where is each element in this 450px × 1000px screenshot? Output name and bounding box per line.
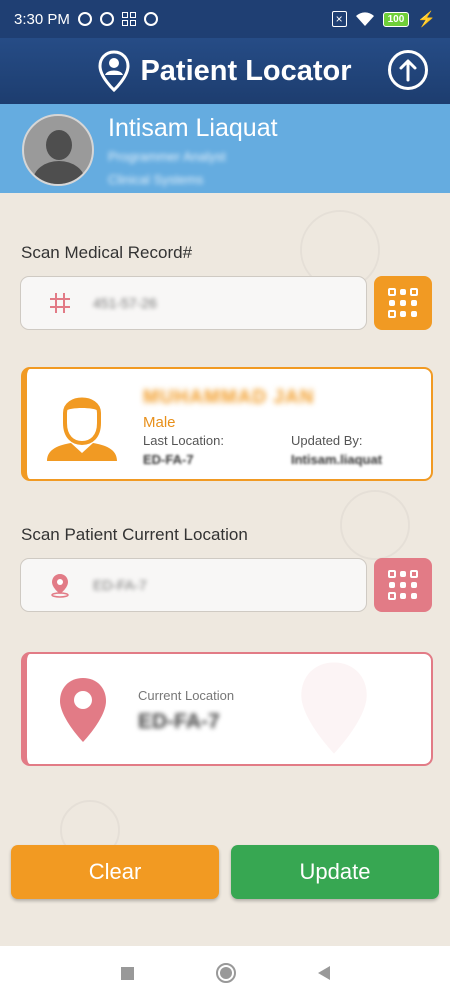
- upload-button[interactable]: [388, 50, 428, 90]
- user-title: Programmer Analyst: [108, 149, 226, 164]
- user-department: Clinical Systems: [108, 172, 204, 187]
- upload-arrow-icon: [399, 59, 417, 82]
- avatar: [22, 114, 94, 186]
- app-title: Patient Locator: [140, 54, 352, 87]
- background-pattern: [340, 490, 410, 560]
- current-location-card-value: ED-FA-7: [138, 710, 220, 733]
- clear-button[interactable]: Clear: [11, 845, 219, 899]
- charging-icon: ⚡: [417, 11, 436, 28]
- app-bar: Patient Locator: [0, 38, 450, 104]
- patient-location-logo-icon: [98, 50, 130, 92]
- sim-off-icon: ×: [331, 11, 347, 27]
- current-location-input[interactable]: ED-FA-7: [20, 558, 367, 612]
- scan-medical-record-button[interactable]: [374, 276, 432, 330]
- app-notification-icon: [143, 12, 158, 26]
- current-location-value: ED-FA-7: [93, 577, 147, 593]
- user-name: Intisam Liaquat: [108, 114, 278, 142]
- status-time: 3:30 PM: [14, 10, 70, 28]
- mute-icon: [77, 12, 92, 26]
- updated-by-label: Updated By:: [291, 433, 363, 448]
- hash-icon: [50, 293, 70, 313]
- last-location-label: Last Location:: [143, 433, 224, 448]
- recent-apps-button[interactable]: [120, 966, 134, 980]
- user-profile-banner: Intisam Liaquat Programmer Analyst Clini…: [0, 104, 450, 193]
- app-notification-icon: [99, 12, 114, 26]
- location-pin-icon: [51, 574, 69, 598]
- current-location-card: Current Location ED-FA-7: [21, 652, 433, 766]
- system-nav-bar: [0, 946, 450, 1000]
- qr-code-icon: [388, 288, 418, 318]
- wifi-icon: [355, 12, 374, 26]
- qr-code-icon: [388, 570, 418, 600]
- update-button[interactable]: Update: [231, 845, 439, 899]
- medical-record-input[interactable]: 451-57-26: [20, 276, 367, 330]
- battery-icon: 100: [382, 11, 410, 27]
- last-location-value: ED-FA-7: [143, 452, 194, 467]
- updated-by-value: Intisam.liaquat: [291, 452, 383, 467]
- patient-gender: Male: [143, 414, 176, 431]
- map-marker-watermark-icon: [301, 662, 367, 754]
- patient-avatar-icon: [47, 397, 117, 461]
- current-location-card-label: Current Location: [138, 688, 235, 703]
- patient-name: MUHAMMAD JAN: [143, 387, 315, 408]
- home-button[interactable]: [215, 963, 236, 983]
- grid-notification-icon: [121, 12, 136, 26]
- status-bar: 3:30 PM × 100 ⚡: [0, 0, 450, 38]
- medical-record-label: Scan Medical Record#: [21, 243, 193, 262]
- patient-info-card: MUHAMMAD JAN Male Last Location: ED-FA-7…: [21, 367, 433, 481]
- current-location-label: Scan Patient Current Location: [21, 525, 248, 544]
- medical-record-value: 451-57-26: [93, 295, 157, 311]
- scan-location-button[interactable]: [374, 558, 432, 612]
- back-button[interactable]: [317, 966, 330, 980]
- map-marker-icon: [60, 678, 106, 742]
